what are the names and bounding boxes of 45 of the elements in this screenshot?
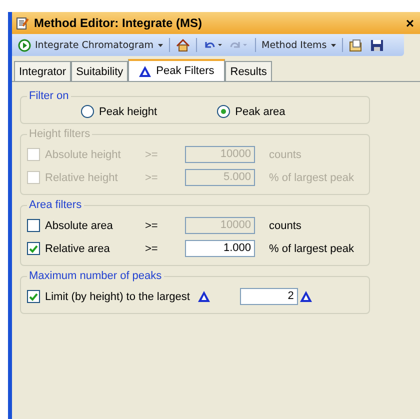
radio-button[interactable]: Peak area (217, 105, 286, 118)
integrate-button[interactable]: Integrate Chromatogram (18, 38, 163, 52)
tab[interactable]: Integrator (14, 61, 72, 81)
unit-label: % of largest peak (269, 172, 354, 184)
peak-filter-icon (198, 291, 210, 302)
operator-label: >= (145, 220, 159, 232)
checkbox-label: Relative height (45, 172, 119, 184)
close-button[interactable]: × (406, 15, 414, 31)
value-field[interactable]: 1.000 (185, 240, 255, 257)
radio-button[interactable]: Peak height (81, 105, 158, 118)
unit-label: counts (269, 148, 302, 160)
operator-label: >= (145, 172, 159, 184)
checkbox-label: Absolute height (45, 148, 122, 160)
checkbox-label: Limit (by height) to the largest (45, 290, 190, 302)
checkmark-icon (29, 244, 38, 252)
group-title: Filter on (28, 90, 70, 102)
open-folder-icon[interactable] (348, 38, 364, 52)
save-icon[interactable] (370, 38, 384, 52)
checkbox-label: Absolute area (45, 220, 114, 232)
home-icon[interactable] (176, 38, 190, 52)
play-icon (18, 38, 31, 52)
group-title: Height filters (28, 128, 92, 140)
caret-icon (158, 44, 163, 46)
operator-label: >= (145, 242, 159, 254)
tab[interactable]: Results (225, 61, 272, 81)
unit-label: % of largest peak (269, 242, 354, 254)
operator-label: >= (145, 148, 159, 160)
checkbox[interactable] (27, 290, 40, 303)
redo-icon (228, 39, 249, 51)
group-title: Maximum number of peaks (28, 270, 163, 282)
value-field[interactable]: 2 (240, 288, 298, 305)
tab[interactable]: Suitability (71, 61, 128, 81)
editor-icon (16, 16, 29, 30)
caret-icon (330, 44, 336, 46)
checkbox[interactable] (27, 242, 40, 255)
window-title: Method Editor: Integrate (MS) (34, 16, 202, 30)
method-items-menu[interactable]: Method Items (262, 40, 336, 50)
peak-filter-icon (300, 291, 312, 302)
group-title: Area filters (28, 199, 83, 211)
tab[interactable]: Peak Filters (128, 59, 226, 81)
checkbox-label: Relative area (45, 242, 111, 254)
undo-icon[interactable] (202, 39, 223, 51)
checkmark-icon (29, 292, 38, 300)
unit-label: counts (269, 220, 302, 232)
checkbox[interactable] (27, 219, 40, 232)
